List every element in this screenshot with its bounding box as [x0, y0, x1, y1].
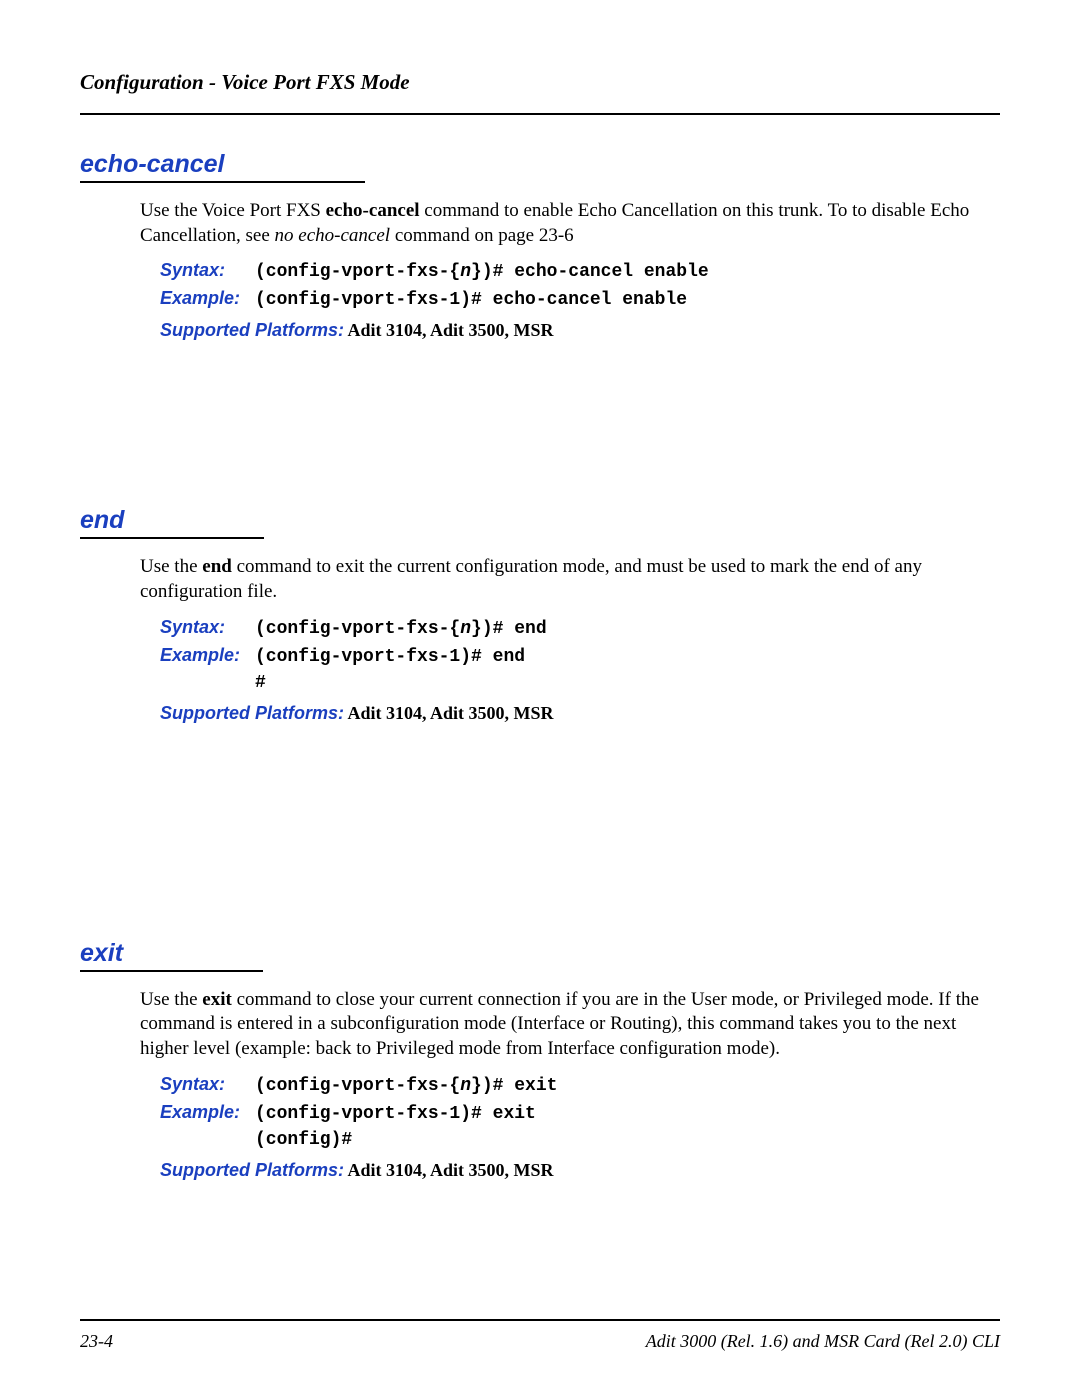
section-description: Use the exit command to close your curre… [140, 988, 1000, 1062]
desc-text: Use the Voice Port FXS [140, 200, 326, 221]
syntax-post: })# exit [471, 1076, 557, 1096]
syntax-post: })# end [471, 619, 547, 639]
footer-text: Adit 3000 (Rel. 1.6) and MSR Card (Rel 2… [646, 1331, 1000, 1352]
spacer [80, 724, 1000, 904]
syntax-value: (config-vport-fxs-{n})# end [255, 619, 547, 639]
desc-text: command on page 23-6 [390, 225, 574, 246]
spec-block: Syntax: (config-vport-fxs-{n})# exit Exa… [160, 1074, 1000, 1150]
section-body: Use the end command to exit the current … [140, 555, 1000, 723]
syntax-row: Syntax: (config-vport-fxs-{n})# exit [160, 1074, 1000, 1096]
example-label: Example: [160, 645, 255, 666]
section-description: Use the end command to exit the current … [140, 555, 1000, 604]
section-echo-cancel: echo-cancel Use the Voice Port FXS echo-… [80, 150, 1000, 341]
desc-text: Use the [140, 989, 202, 1010]
syntax-row: Syntax: (config-vport-fxs-{n})# echo-can… [160, 260, 1000, 282]
section-end: end Use the end command to exit the curr… [80, 506, 1000, 723]
section-body: Use the Voice Port FXS echo-cancel comma… [140, 199, 1000, 341]
section-body: Use the exit command to close your curre… [140, 988, 1000, 1181]
example-extra: # [255, 673, 1000, 693]
syntax-value: (config-vport-fxs-{n})# exit [255, 1076, 557, 1096]
platforms-value: Adit 3104, Adit 3500, MSR [344, 320, 554, 340]
syntax-pre: (config-vport-fxs-{ [255, 619, 460, 639]
page-header: Configuration - Voice Port FXS Mode [80, 70, 1000, 115]
desc-bold: end [202, 556, 232, 577]
syntax-label: Syntax: [160, 260, 255, 281]
example-label: Example: [160, 288, 255, 309]
platforms-value: Adit 3104, Adit 3500, MSR [344, 1160, 554, 1180]
spec-block: Syntax: (config-vport-fxs-{n})# echo-can… [160, 260, 1000, 310]
section-title: end [80, 506, 264, 539]
example-label: Example: [160, 1102, 255, 1123]
example-value: (config-vport-fxs-1)# echo-cancel enable [255, 290, 687, 310]
example-value: (config-vport-fxs-1)# exit [255, 1104, 536, 1124]
supported-platforms: Supported Platforms: Adit 3104, Adit 350… [160, 703, 1000, 724]
example-row: Example: (config-vport-fxs-1)# exit [160, 1102, 1000, 1124]
section-description: Use the Voice Port FXS echo-cancel comma… [140, 199, 1000, 248]
syntax-n: n [460, 1076, 471, 1096]
example-extra: (config)# [255, 1130, 1000, 1150]
platforms-label: Supported Platforms: [160, 1160, 344, 1180]
page-footer: 23-4 Adit 3000 (Rel. 1.6) and MSR Card (… [80, 1319, 1000, 1352]
desc-italic: no echo-cancel [275, 225, 391, 246]
syntax-value: (config-vport-fxs-{n})# echo-cancel enab… [255, 262, 709, 282]
example-row: Example: (config-vport-fxs-1)# end [160, 645, 1000, 667]
syntax-n: n [460, 619, 471, 639]
document-page: Configuration - Voice Port FXS Mode echo… [0, 0, 1080, 1397]
example-row: Example: (config-vport-fxs-1)# echo-canc… [160, 288, 1000, 310]
desc-bold: echo-cancel [326, 200, 420, 221]
platforms-value: Adit 3104, Adit 3500, MSR [344, 703, 554, 723]
syntax-label: Syntax: [160, 1074, 255, 1095]
platforms-label: Supported Platforms: [160, 320, 344, 340]
supported-platforms: Supported Platforms: Adit 3104, Adit 350… [160, 1160, 1000, 1181]
desc-text: command to exit the current configuratio… [140, 556, 922, 602]
example-value: (config-vport-fxs-1)# end [255, 647, 525, 667]
page-number: 23-4 [80, 1331, 113, 1352]
platforms-label: Supported Platforms: [160, 703, 344, 723]
spacer [80, 341, 1000, 471]
section-exit: exit Use the exit command to close your … [80, 939, 1000, 1181]
section-title: echo-cancel [80, 150, 365, 183]
syntax-n: n [460, 262, 471, 282]
syntax-row: Syntax: (config-vport-fxs-{n})# end [160, 617, 1000, 639]
syntax-post: })# echo-cancel enable [471, 262, 709, 282]
supported-platforms: Supported Platforms: Adit 3104, Adit 350… [160, 320, 1000, 341]
syntax-pre: (config-vport-fxs-{ [255, 1076, 460, 1096]
syntax-pre: (config-vport-fxs-{ [255, 262, 460, 282]
section-title: exit [80, 939, 263, 972]
desc-text: command to close your current connection… [140, 989, 979, 1059]
spec-block: Syntax: (config-vport-fxs-{n})# end Exam… [160, 617, 1000, 693]
syntax-label: Syntax: [160, 617, 255, 638]
desc-text: Use the [140, 556, 202, 577]
desc-bold: exit [202, 989, 232, 1010]
